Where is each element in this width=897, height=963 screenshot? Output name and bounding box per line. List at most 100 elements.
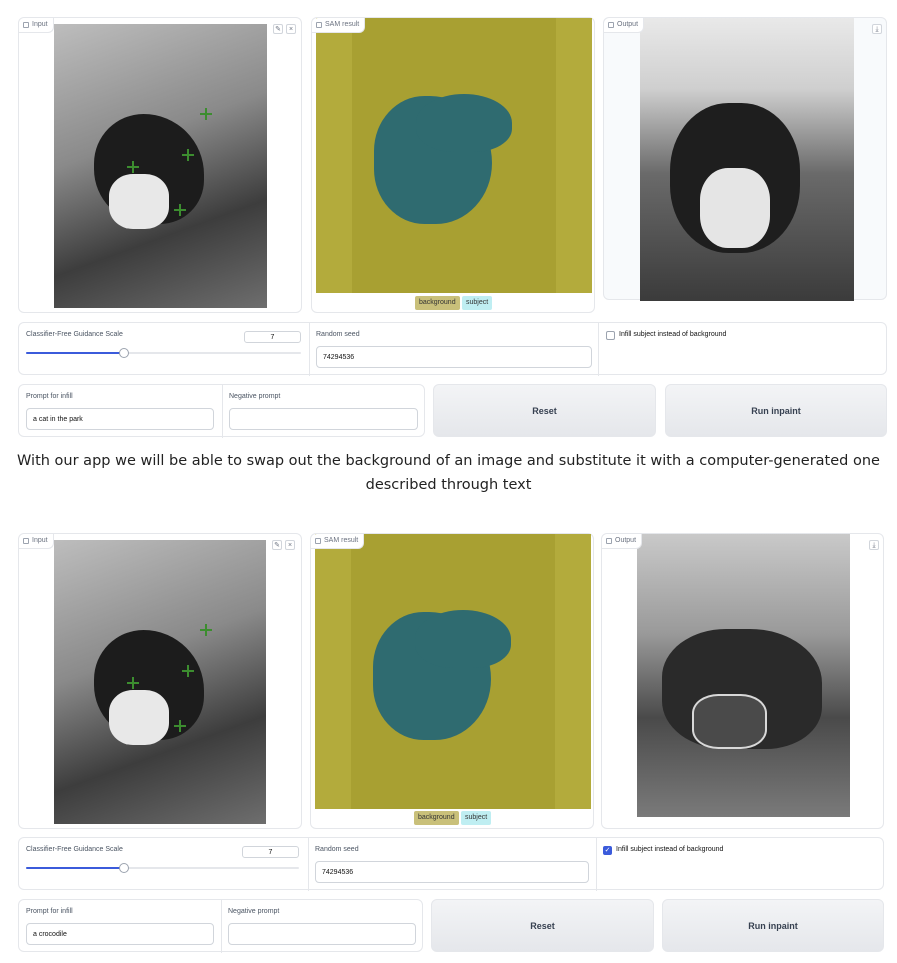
controls-row: Classifier-Free Guidance Scale 7 Random … — [18, 322, 887, 376]
edit-icon[interactable]: ✎ — [272, 540, 282, 550]
prompt-label: Prompt for infill — [26, 908, 73, 915]
cfg-number-input[interactable]: 7 — [244, 331, 301, 343]
output-image-panel: Output ⤓ — [603, 17, 887, 301]
divider — [598, 323, 599, 376]
download-icon[interactable]: ⤓ — [872, 24, 882, 34]
sam-label-text: SAM result — [324, 537, 359, 544]
image-icon — [23, 22, 29, 28]
point-marker — [182, 149, 194, 161]
input-label-text: Input — [32, 537, 48, 544]
reset-button[interactable]: Reset — [431, 899, 654, 952]
reset-button[interactable]: Reset — [433, 384, 656, 437]
image-icon — [316, 22, 322, 28]
cfg-slider-thumb[interactable] — [119, 348, 129, 358]
sam-result-panel: SAM result background subject — [311, 17, 595, 313]
negative-prompt-label: Negative prompt — [228, 908, 280, 915]
input-panel-label: Input — [19, 534, 54, 549]
crocodile-snout — [692, 694, 767, 749]
seed-value: 74294536 — [322, 868, 354, 876]
close-icon[interactable]: × — [285, 540, 295, 550]
divider — [308, 838, 309, 891]
sam-mask-image — [316, 18, 592, 293]
divider — [596, 838, 597, 891]
divider — [309, 323, 310, 376]
negative-prompt-input[interactable] — [229, 408, 418, 430]
input-image[interactable] — [54, 24, 267, 308]
negative-prompt-input[interactable] — [228, 923, 416, 945]
cfg-slider-thumb[interactable] — [119, 863, 129, 873]
output-label-text: Output — [615, 537, 637, 544]
legend-background: background — [415, 296, 460, 310]
cfg-number-input[interactable]: 7 — [242, 846, 299, 858]
infill-checkbox[interactable]: ✓ — [603, 846, 612, 855]
image-icon — [606, 538, 612, 544]
point-marker — [182, 665, 194, 677]
seed-value: 74294536 — [323, 353, 355, 361]
image-icon — [23, 538, 29, 544]
prompt-input[interactable]: a cat in the park — [26, 408, 214, 430]
output-image-panel: Output ⤓ — [601, 533, 884, 829]
seed-input[interactable]: 74294536 — [315, 861, 589, 883]
sam-mask-image — [315, 534, 591, 809]
download-icon[interactable]: ⤓ — [869, 540, 879, 550]
cfg-slider[interactable] — [26, 352, 301, 354]
point-marker — [127, 161, 139, 173]
subject-mask-top — [416, 94, 512, 152]
sam-panel-label: SAM result — [311, 534, 365, 549]
divider — [222, 385, 223, 438]
prompt-input[interactable]: a crocodile — [26, 923, 214, 945]
negative-prompt-label: Negative prompt — [229, 393, 281, 400]
output-panel-label: Output — [602, 534, 643, 549]
cat-face-white — [700, 168, 770, 248]
input-panel-label: Input — [19, 18, 54, 33]
point-marker — [174, 204, 186, 216]
infill-checkbox[interactable] — [606, 331, 615, 340]
close-icon[interactable]: × — [286, 24, 296, 34]
run-inpaint-button[interactable]: Run inpaint — [662, 899, 884, 952]
output-image — [640, 18, 854, 301]
sam-label-text: SAM result — [325, 21, 360, 28]
divider — [221, 900, 222, 953]
infill-label[interactable]: Infill subject instead of background — [616, 846, 723, 853]
description-caption: With our app we will be able to swap out… — [17, 453, 880, 493]
edit-icon[interactable]: ✎ — [273, 24, 283, 34]
prompt-row: Prompt for infill a crocodile Negative p… — [18, 899, 423, 953]
image-icon — [608, 22, 614, 28]
sam-panel-label: SAM result — [312, 18, 366, 33]
cat-face-white — [109, 690, 169, 745]
point-marker — [200, 108, 212, 120]
legend-subject: subject — [461, 811, 492, 825]
input-image-panel[interactable]: Input ✎ × — [18, 533, 302, 829]
point-marker — [200, 624, 212, 636]
legend-background: background — [414, 811, 459, 825]
cfg-label: Classifier-Free Guidance Scale — [26, 846, 123, 853]
mask-band-right — [556, 18, 592, 293]
image-icon — [315, 538, 321, 544]
output-label-text: Output — [617, 21, 639, 28]
cfg-slider-fill — [26, 867, 125, 869]
mask-band-right — [555, 534, 591, 809]
point-marker — [127, 677, 139, 689]
cfg-slider-fill — [26, 352, 125, 354]
input-label-text: Input — [32, 21, 48, 28]
legend-subject: subject — [462, 296, 493, 310]
mask-band-left — [315, 534, 351, 809]
infill-label[interactable]: Infill subject instead of background — [619, 331, 726, 338]
output-image — [637, 534, 850, 817]
input-image[interactable] — [54, 540, 266, 824]
prompt-value: a cat in the park — [33, 415, 83, 423]
prompt-value: a crocodile — [33, 930, 67, 938]
point-marker — [174, 720, 186, 732]
controls-row: Classifier-Free Guidance Scale 7 Random … — [18, 837, 884, 891]
input-image-panel[interactable]: Input ✎ × — [18, 17, 302, 313]
mask-band-left — [316, 18, 352, 293]
cfg-label: Classifier-Free Guidance Scale — [26, 331, 123, 338]
cat-face-white — [109, 174, 169, 229]
run-inpaint-button[interactable]: Run inpaint — [665, 384, 887, 437]
output-panel-label: Output — [604, 18, 645, 33]
cfg-slider[interactable] — [26, 867, 299, 869]
seed-input[interactable]: 74294536 — [316, 346, 592, 368]
seed-label: Random seed — [315, 846, 359, 853]
subject-mask-top — [415, 610, 511, 668]
prompt-row: Prompt for infill a cat in the park Nega… — [18, 384, 425, 438]
